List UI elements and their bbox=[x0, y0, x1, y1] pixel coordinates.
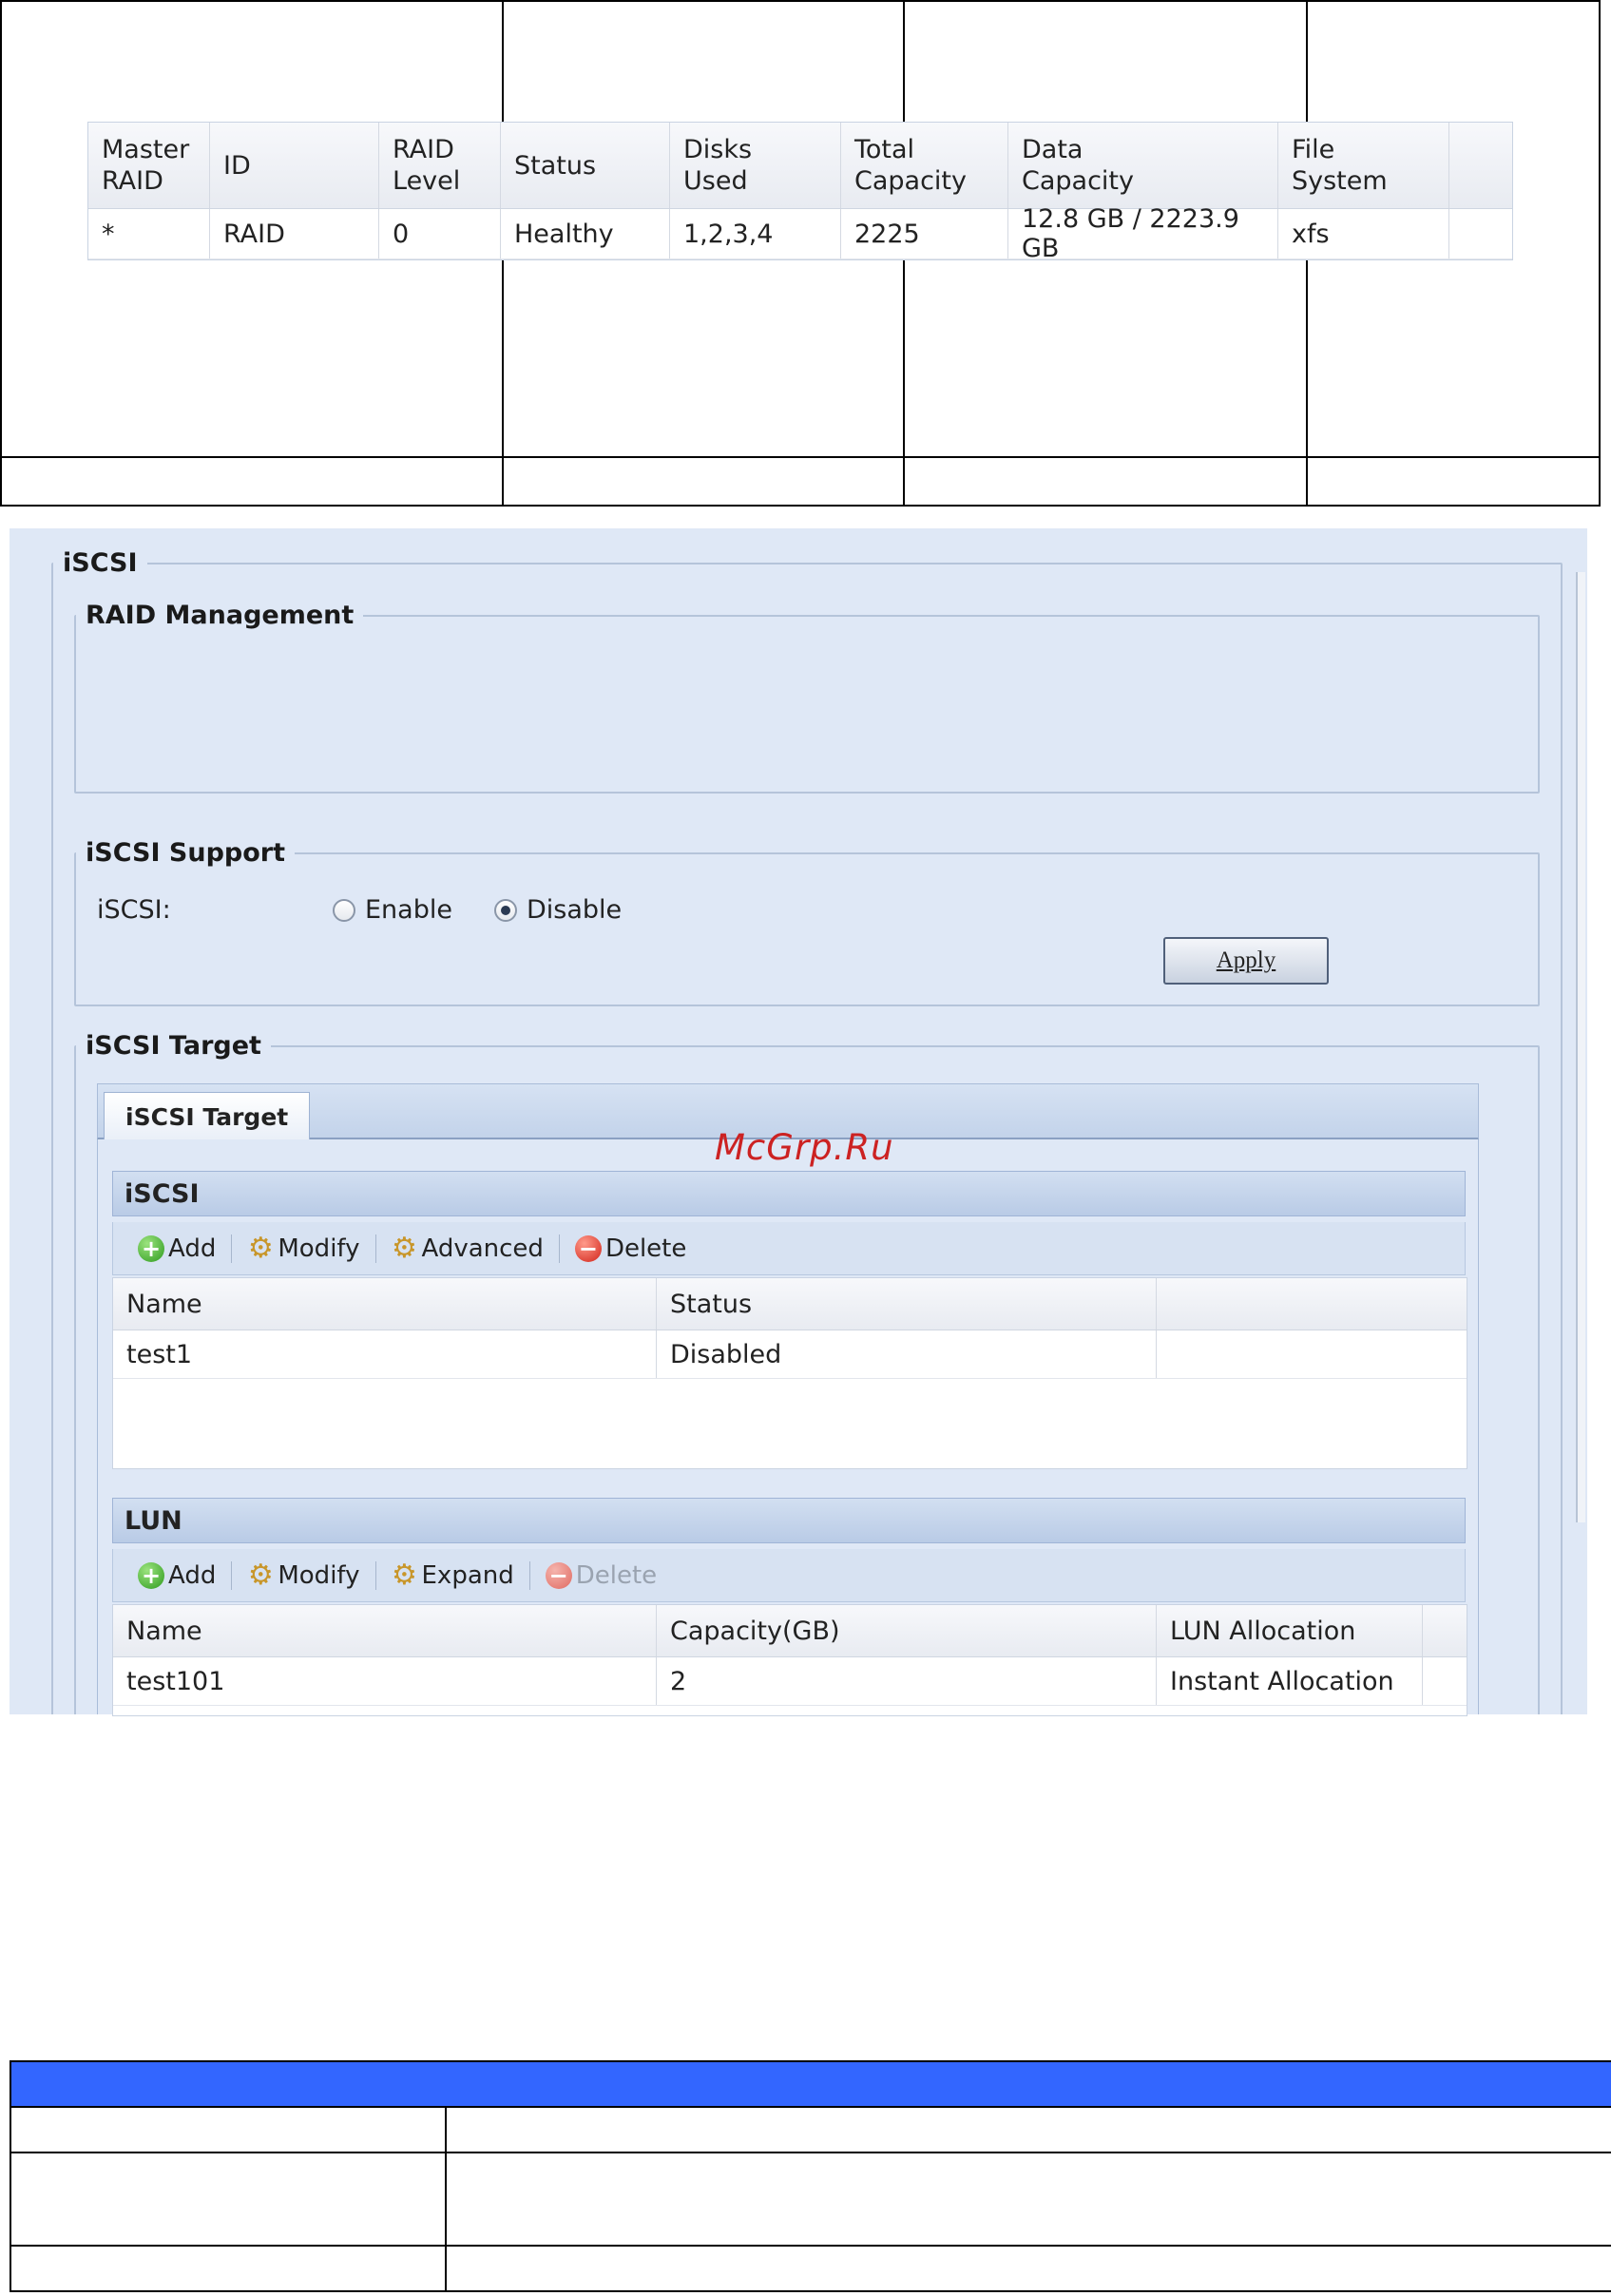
modify-label: Modify bbox=[278, 1560, 360, 1590]
doc-cell bbox=[10, 2152, 447, 2247]
col-header-name[interactable]: Name bbox=[113, 1605, 657, 1656]
doc-cell bbox=[502, 456, 905, 507]
lun-toolbar: + Add ⚙ Modify ⚙ Expand − Delete bbox=[112, 1549, 1466, 1602]
apply-button[interactable]: Apply bbox=[1163, 937, 1329, 985]
col-header-name[interactable]: Name bbox=[113, 1278, 657, 1330]
enable-radio-label[interactable]: Enable bbox=[365, 895, 452, 925]
col-header[interactable]: Total Capacity bbox=[841, 123, 1008, 208]
col-header[interactable]: Disks Used bbox=[670, 123, 841, 208]
cell-name: test101 bbox=[113, 1657, 657, 1705]
cell-disks-used: 1,2,3,4 bbox=[670, 209, 841, 258]
iscsi-target-legend: iSCSI Target bbox=[86, 1031, 261, 1061]
doc-cell bbox=[10, 2245, 447, 2292]
minus-icon: − bbox=[574, 1234, 602, 1262]
iscsi-legend: iSCSI bbox=[63, 548, 138, 578]
toolbar-separator bbox=[558, 1234, 560, 1263]
iscsi-support-legend: iSCSI Support bbox=[86, 838, 286, 868]
gear-icon: ⚙ bbox=[247, 1231, 274, 1265]
radio-checked-icon[interactable] bbox=[494, 898, 517, 922]
plus-icon: + bbox=[138, 1234, 164, 1262]
table-row[interactable]: test101 2 Instant Allocation bbox=[113, 1657, 1467, 1706]
lun-expand-button[interactable]: ⚙ Expand bbox=[382, 1558, 524, 1592]
plus-icon: + bbox=[138, 1561, 164, 1589]
delete-label: Delete bbox=[575, 1560, 658, 1590]
cell-status: Healthy bbox=[501, 209, 670, 258]
col-header[interactable]: Status bbox=[501, 123, 670, 208]
doc-cell bbox=[10, 2106, 447, 2153]
toolbar-separator bbox=[231, 1234, 233, 1263]
iscsi-panel-title: iSCSI bbox=[112, 1171, 1466, 1216]
gear-icon: ⚙ bbox=[392, 1558, 417, 1592]
lun-panel-title: LUN bbox=[112, 1498, 1466, 1543]
iscsi-toolbar: + Add ⚙ Modify ⚙ Advanced − Delete bbox=[112, 1222, 1466, 1275]
vertical-scrollbar[interactable] bbox=[1576, 572, 1585, 1522]
cell-file-system: xfs bbox=[1278, 209, 1449, 258]
table-row[interactable]: test1 Disabled bbox=[113, 1330, 1467, 1379]
col-header[interactable]: RAID Level bbox=[379, 123, 501, 208]
gear-icon: ⚙ bbox=[247, 1558, 274, 1592]
iscsi-target-grid: Name Status test1 Disabled bbox=[112, 1277, 1467, 1469]
lun-add-button[interactable]: + Add bbox=[128, 1561, 225, 1590]
col-header-capacity[interactable]: Capacity(GB) bbox=[657, 1605, 1157, 1656]
col-header-blank bbox=[1423, 1605, 1467, 1656]
iscsi-modify-button[interactable]: ⚙ Modify bbox=[238, 1234, 369, 1263]
doc-cell bbox=[445, 2106, 1611, 2153]
advanced-label: Advanced bbox=[421, 1234, 544, 1263]
lun-modify-button[interactable]: ⚙ Modify bbox=[238, 1558, 369, 1592]
enable-radio[interactable]: Enable bbox=[333, 895, 452, 925]
cell-name: test1 bbox=[113, 1330, 657, 1378]
doc-cell bbox=[903, 456, 1308, 507]
add-label: Add bbox=[168, 1560, 217, 1590]
doc-cell bbox=[445, 2245, 1611, 2292]
col-header-status[interactable]: Status bbox=[657, 1278, 1157, 1330]
cell-total-capacity: 2225 bbox=[841, 209, 1008, 258]
doc-cell bbox=[1306, 456, 1601, 507]
doc-cell bbox=[445, 2152, 1611, 2247]
radio-unchecked-icon[interactable] bbox=[333, 898, 355, 922]
iscsi-delete-button[interactable]: − Delete bbox=[566, 1234, 696, 1263]
watermark: McGrp.Ru bbox=[715, 1127, 894, 1168]
bottom-document-table bbox=[10, 2060, 1611, 2292]
lun-grid: Name Capacity(GB) LUN Allocation test101… bbox=[112, 1604, 1467, 1716]
raid-management-legend: RAID Management bbox=[86, 601, 355, 630]
add-label: Add bbox=[168, 1234, 217, 1263]
modify-label: Modify bbox=[278, 1234, 360, 1263]
cell-raid-level: 0 bbox=[379, 209, 501, 258]
cell-master-raid: * bbox=[88, 209, 210, 258]
toolbar-separator bbox=[528, 1560, 530, 1590]
toolbar-separator bbox=[231, 1560, 233, 1590]
cell-data-capacity: 12.8 GB / 2223.9 GB bbox=[1008, 204, 1278, 263]
cell-id: RAID bbox=[210, 209, 379, 258]
cell-capacity: 2 bbox=[657, 1657, 1157, 1705]
toolbar-separator bbox=[374, 1560, 376, 1590]
disable-radio-label[interactable]: Disable bbox=[527, 895, 622, 925]
col-header[interactable]: Data Capacity bbox=[1008, 123, 1278, 208]
disable-radio[interactable]: Disable bbox=[494, 895, 622, 925]
gear-icon: ⚙ bbox=[392, 1231, 417, 1265]
expand-label: Expand bbox=[421, 1560, 514, 1590]
toolbar-separator bbox=[374, 1234, 376, 1263]
table-header-bar bbox=[10, 2060, 1611, 2108]
lun-delete-button[interactable]: − Delete bbox=[536, 1561, 666, 1590]
col-header[interactable]: Master RAID bbox=[88, 123, 210, 208]
raid-management-grid: Master RAID ID RAID Level Status Disks U… bbox=[87, 122, 1513, 263]
minus-icon: − bbox=[545, 1561, 572, 1589]
iscsi-advanced-button[interactable]: ⚙ Advanced bbox=[382, 1234, 553, 1263]
iscsi-support-label: iSCSI: bbox=[97, 895, 171, 925]
col-header[interactable]: File System bbox=[1278, 123, 1449, 208]
raid-grid-header: Master RAID ID RAID Level Status Disks U… bbox=[88, 123, 1512, 209]
iscsi-add-button[interactable]: + Add bbox=[128, 1234, 225, 1263]
delete-label: Delete bbox=[604, 1234, 687, 1263]
doc-cell bbox=[0, 456, 504, 507]
col-header[interactable]: ID bbox=[210, 123, 379, 208]
table-row[interactable]: * RAID 0 Healthy 1,2,3,4 2225 12.8 GB / … bbox=[88, 204, 1512, 263]
cell-lun-allocation: Instant Allocation bbox=[1157, 1657, 1423, 1705]
col-header-blank bbox=[1157, 1278, 1467, 1330]
raid-management-fieldset: RAID Management bbox=[74, 602, 1540, 794]
iscsi-grid-header: Name Status bbox=[113, 1278, 1467, 1330]
col-header-lun-allocation[interactable]: LUN Allocation bbox=[1157, 1605, 1423, 1656]
cell-status: Disabled bbox=[657, 1330, 1157, 1378]
lun-grid-header: Name Capacity(GB) LUN Allocation bbox=[113, 1605, 1467, 1657]
tab-iscsi-target[interactable]: iSCSI Target bbox=[104, 1092, 311, 1140]
